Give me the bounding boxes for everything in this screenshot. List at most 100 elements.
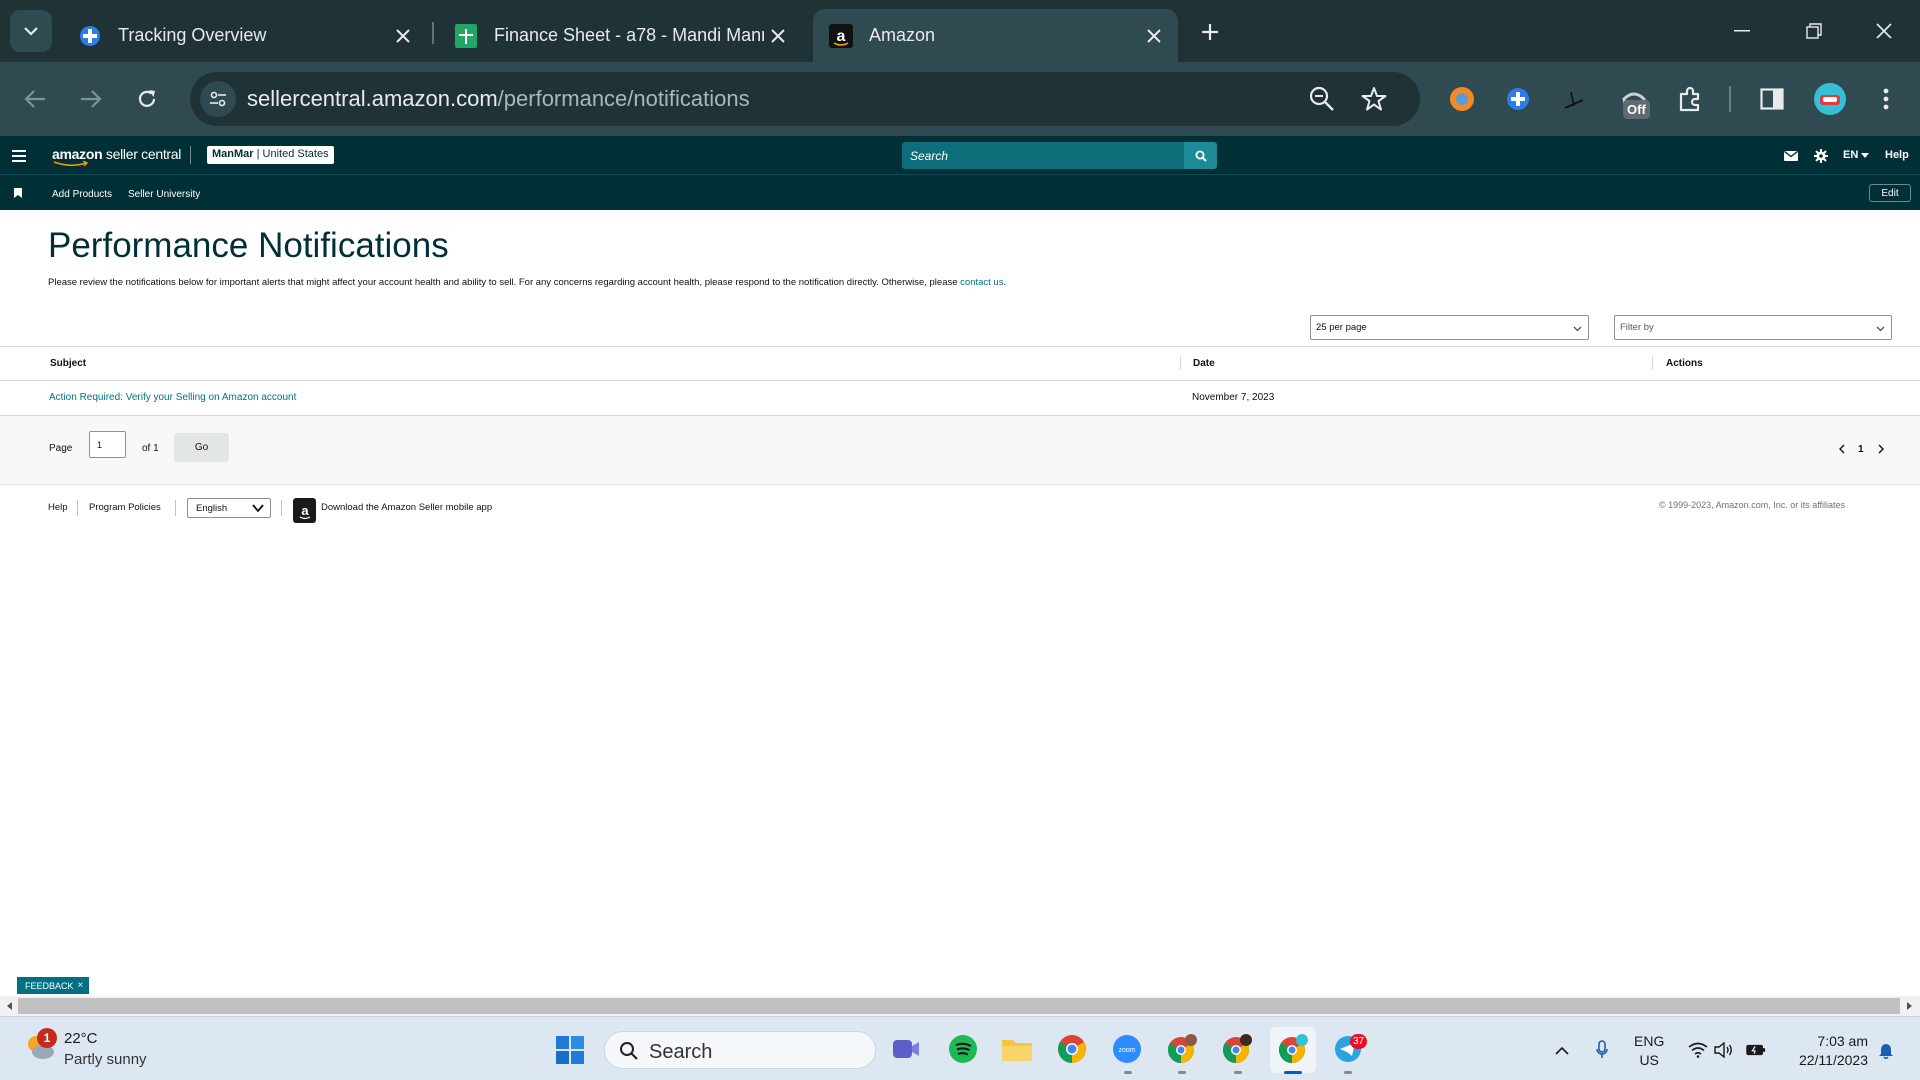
chrome-app-icon[interactable] <box>1056 1033 1088 1065</box>
chrome-profile-2-app-icon[interactable] <box>1221 1033 1253 1065</box>
contact-us-link[interactable]: contact us <box>960 277 1003 288</box>
footer-help-link[interactable]: Help <box>48 502 68 513</box>
account-switcher[interactable]: ManMar | United States <box>207 146 334 164</box>
arrow-left-icon <box>24 90 45 108</box>
amazon-seller-app-icon[interactable]: a <box>293 498 316 523</box>
spotify-app-icon[interactable] <box>947 1033 979 1065</box>
tab-tracking-overview[interactable]: Tracking Overview <box>62 9 427 62</box>
profile-avatar[interactable] <box>1814 83 1846 115</box>
chevron-down-icon <box>24 27 38 36</box>
notification-subject-link[interactable]: Action Required: Verify your Selling on … <box>49 392 296 403</box>
edit-button[interactable]: Edit <box>1869 184 1911 202</box>
seller-central-logo[interactable]: amazon seller central <box>52 146 181 162</box>
search-button[interactable] <box>1184 142 1217 169</box>
previous-page-icon[interactable] <box>1838 444 1846 454</box>
per-page-select[interactable]: 25 per page <box>1310 315 1589 340</box>
scrollbar-thumb[interactable] <box>18 998 1900 1014</box>
minimize-icon <box>1734 30 1750 32</box>
mail-icon[interactable] <box>1784 149 1798 163</box>
close-icon[interactable] <box>764 22 792 50</box>
chrome-profile-3-app-icon[interactable] <box>1277 1033 1309 1065</box>
close-icon[interactable] <box>1140 22 1168 50</box>
scroll-right-icon[interactable] <box>1903 1000 1915 1012</box>
tab-title: Tracking Overview <box>118 25 267 45</box>
column-header-actions: Actions <box>1666 358 1703 369</box>
tab-search-button[interactable] <box>10 10 52 52</box>
next-page-icon[interactable] <box>1877 444 1885 454</box>
page-title: Performance Notifications <box>48 226 449 265</box>
settings-gear-icon[interactable] <box>1814 149 1828 163</box>
restore-button[interactable] <box>1778 0 1850 62</box>
zoom-icon[interactable] <box>1308 85 1336 113</box>
close-window-button[interactable] <box>1848 0 1920 62</box>
nav-link-seller-university[interactable]: Seller University <box>128 189 200 200</box>
input-language-indicator[interactable]: ENG US <box>1634 1032 1664 1070</box>
weather-temperature[interactable]: 22°C <box>64 1030 98 1047</box>
language-selector[interactable]: EN <box>1843 149 1870 161</box>
zoom-app-icon[interactable]: zoom <box>1111 1033 1143 1065</box>
tracking-favicon-icon <box>78 24 102 48</box>
scroll-left-icon[interactable] <box>4 1000 16 1012</box>
column-header-subject[interactable]: Subject <box>50 358 86 369</box>
filter-placeholder: Filter by <box>1620 322 1654 333</box>
back-button[interactable] <box>16 80 54 118</box>
reload-button[interactable] <box>128 80 166 118</box>
browser-menu-button[interactable] <box>1870 83 1902 115</box>
current-page-number[interactable]: 1 <box>1858 444 1864 455</box>
footer-language-select[interactable]: English <box>187 498 271 518</box>
show-hidden-icons-chevron-icon[interactable] <box>1552 1040 1572 1060</box>
address-bar[interactable]: sellercentral.amazon.com/performance/not… <box>190 72 1420 126</box>
column-header-date[interactable]: Date <box>1193 358 1215 369</box>
table-top-border <box>0 346 1920 347</box>
weather-description[interactable]: Partly sunny <box>64 1051 147 1068</box>
microphone-icon[interactable] <box>1592 1040 1612 1060</box>
extension-pen-icon[interactable] <box>1558 83 1590 115</box>
battery-charging-icon[interactable] <box>1746 1040 1766 1060</box>
extensions-puzzle-icon[interactable] <box>1674 83 1706 115</box>
footer-program-policies-link[interactable]: Program Policies <box>89 502 161 513</box>
taskbar-search[interactable]: Search <box>604 1031 876 1069</box>
site-info-button[interactable] <box>200 81 236 117</box>
file-explorer-app-icon[interactable] <box>1001 1033 1033 1065</box>
volume-icon[interactable] <box>1714 1040 1734 1060</box>
extension-orange-icon[interactable] <box>1446 83 1478 115</box>
weather-notification-badge: 1 <box>37 1028 57 1048</box>
chrome-profile-1-app-icon[interactable] <box>1166 1033 1198 1065</box>
page-total-label: of 1 <box>142 443 159 454</box>
footer-divider <box>175 500 176 516</box>
filter-select[interactable]: Filter by <box>1614 315 1892 340</box>
tab-amazon[interactable]: a Amazon <box>813 9 1178 62</box>
horizontal-scrollbar[interactable] <box>0 996 1920 1016</box>
page-number-input[interactable] <box>89 431 126 458</box>
help-link[interactable]: Help <box>1885 149 1909 161</box>
extension-tracking-icon[interactable] <box>1502 83 1534 115</box>
app-running-indicator <box>1344 1071 1352 1074</box>
bookmark-star-icon[interactable] <box>1360 85 1388 113</box>
go-button[interactable]: Go <box>174 433 229 462</box>
windows-start-icon[interactable] <box>555 1035 585 1065</box>
nav-link-add-products[interactable]: Add Products <box>52 189 112 200</box>
download-app-link[interactable]: Download the Amazon Seller mobile app <box>321 502 492 513</box>
browser-toolbar: sellercentral.amazon.com/performance/not… <box>0 62 1920 136</box>
notification-bell-icon[interactable] <box>1876 1040 1896 1060</box>
system-clock[interactable]: 7:03 am 22/11/2023 <box>1786 1032 1868 1070</box>
bookmark-icon[interactable] <box>14 188 22 198</box>
minimize-button[interactable] <box>1706 0 1778 62</box>
close-icon[interactable]: × <box>78 980 84 991</box>
logo-divider <box>190 146 191 164</box>
new-tab-button[interactable] <box>1192 14 1228 50</box>
feedback-button[interactable]: FEEDBACK × <box>17 977 89 994</box>
close-icon[interactable] <box>389 22 417 50</box>
hamburger-menu-icon[interactable] <box>12 150 26 162</box>
pagination-bar <box>0 416 1920 485</box>
chevron-down-icon <box>252 504 264 513</box>
side-panel-icon[interactable] <box>1756 83 1788 115</box>
url-text: sellercentral.amazon.com/performance/not… <box>247 86 750 112</box>
url-domain: sellercentral.amazon.com <box>247 86 498 111</box>
wifi-icon[interactable] <box>1688 1040 1708 1060</box>
input-language-line1: ENG <box>1634 1033 1665 1049</box>
meet-app-icon[interactable] <box>890 1033 922 1065</box>
tab-finance-sheet[interactable]: Finance Sheet - a78 - Mandi Mann <box>438 9 802 62</box>
forward-button[interactable] <box>72 80 110 118</box>
search-input[interactable] <box>902 142 1185 169</box>
